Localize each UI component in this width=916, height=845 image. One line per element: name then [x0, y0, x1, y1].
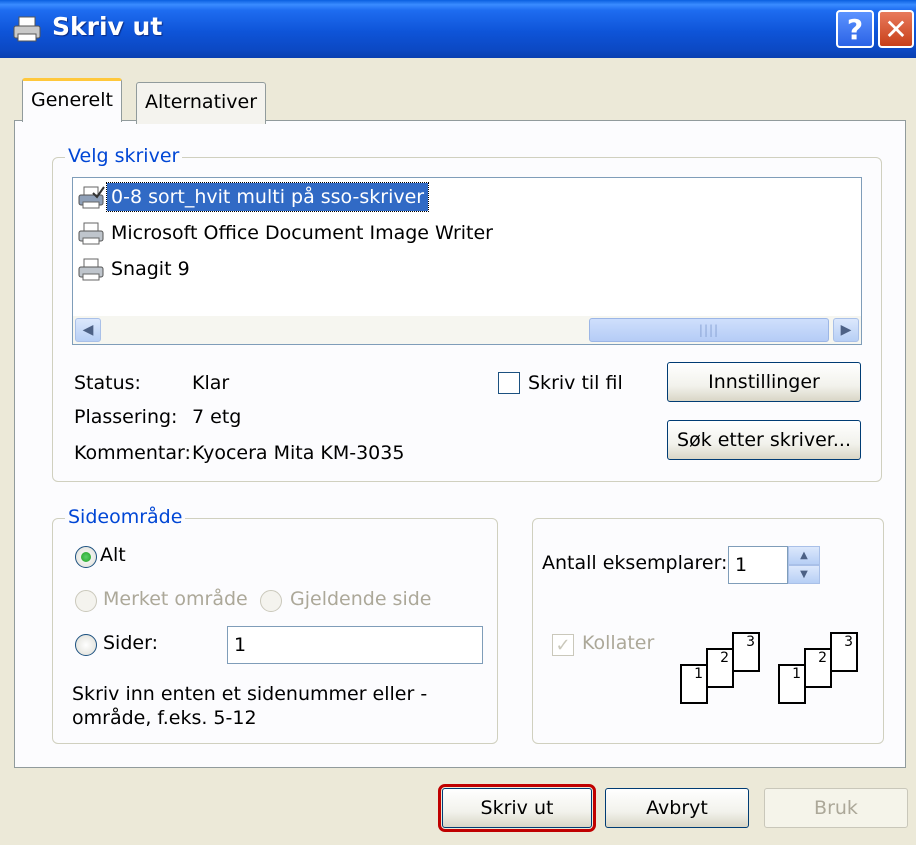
comment-value: Kyocera Mita KM-3035: [192, 442, 405, 464]
printer-group-legend: Velg skriver: [65, 145, 183, 167]
copies-label: Antall eksemplarer:: [542, 552, 728, 574]
tab-general[interactable]: Generelt: [22, 78, 122, 122]
printer-name: Snagit 9: [111, 258, 190, 280]
horizontal-scrollbar[interactable]: ◀ |||| ▶: [73, 316, 861, 344]
printer-name: Microsoft Office Document Image Writer: [111, 222, 493, 244]
pages-radio[interactable]: [75, 634, 97, 656]
title-bar[interactable]: Skriv ut ? ✕: [0, 0, 916, 58]
scroll-right-button[interactable]: ▶: [833, 318, 859, 342]
selection-label: Merket område: [103, 588, 248, 610]
chevron-left-icon: ◀: [82, 322, 94, 338]
printer-icon: [78, 222, 104, 245]
page-range-legend: Sideområde: [65, 506, 186, 528]
status-label: Status:: [74, 372, 141, 394]
close-button[interactable]: ✕: [878, 10, 914, 48]
cancel-button[interactable]: Avbryt: [605, 788, 749, 828]
current-page-label: Gjeldende side: [290, 588, 432, 610]
all-pages-label: Alt: [100, 544, 126, 566]
find-printer-button[interactable]: Søk etter skriver...: [667, 420, 861, 460]
printer-icon: [78, 186, 105, 209]
page-icon: 1: [680, 664, 708, 704]
collate-checkbox[interactable]: ✓: [552, 634, 574, 656]
page-icon: 2: [804, 648, 832, 688]
print-to-file-label: Skriv til fil: [528, 372, 623, 394]
scroll-left-button[interactable]: ◀: [75, 318, 101, 342]
all-pages-radio[interactable]: [75, 546, 97, 568]
scrollbar-thumb[interactable]: ||||: [589, 318, 829, 342]
help-button[interactable]: ?: [836, 10, 874, 48]
window-title: Skriv ut: [52, 12, 163, 41]
collate-label: Kollater: [582, 632, 655, 654]
pages-label: Sider:: [103, 632, 158, 654]
printer-list[interactable]: 0-8 sort_hvit multi på sso-skriver Micro…: [72, 177, 862, 345]
printer-item[interactable]: Microsoft Office Document Image Writer: [77, 218, 497, 248]
location-value: 7 etg: [192, 406, 242, 428]
collate-illustration: 3 2 1: [778, 632, 866, 706]
print-button[interactable]: Skriv ut: [438, 784, 596, 832]
spin-up-icon[interactable]: ▲: [788, 546, 820, 565]
printer-name: 0-8 sort_hvit multi på sso-skriver: [105, 182, 430, 212]
pages-input[interactable]: 1: [227, 626, 483, 664]
printer-item[interactable]: Snagit 9: [77, 254, 194, 284]
selection-radio[interactable]: [75, 590, 97, 612]
settings-button[interactable]: Innstillinger: [667, 362, 861, 402]
current-page-radio[interactable]: [260, 590, 282, 612]
printer-item[interactable]: 0-8 sort_hvit multi på sso-skriver: [77, 182, 430, 212]
close-icon: ✕: [884, 12, 908, 46]
printer-icon: [78, 258, 104, 281]
page-icon: 2: [706, 648, 734, 688]
page-icon: 3: [830, 632, 858, 672]
tab-options[interactable]: Alternativer: [136, 82, 267, 124]
page-icon: 1: [778, 664, 806, 704]
location-label: Plassering:: [74, 406, 178, 428]
comment-label: Kommentar:: [74, 442, 191, 464]
page-range-hint: Skriv inn enten et sidenummer eller -omr…: [72, 683, 428, 729]
page-icon: 3: [732, 632, 760, 672]
status-value: Klar: [192, 372, 230, 394]
print-to-file-checkbox[interactable]: [498, 372, 520, 394]
grip-icon: ||||: [698, 323, 720, 337]
copies-input[interactable]: 1: [728, 546, 788, 584]
spin-down-icon[interactable]: ▼: [788, 565, 820, 584]
collate-illustration: 3 2 1: [680, 632, 768, 706]
copies-spinner[interactable]: ▲ ▼: [788, 546, 820, 584]
chevron-right-icon: ▶: [840, 322, 852, 338]
checkmark-icon: ✓: [555, 634, 571, 656]
printer-icon: [13, 16, 41, 42]
apply-button[interactable]: Bruk: [764, 788, 908, 828]
